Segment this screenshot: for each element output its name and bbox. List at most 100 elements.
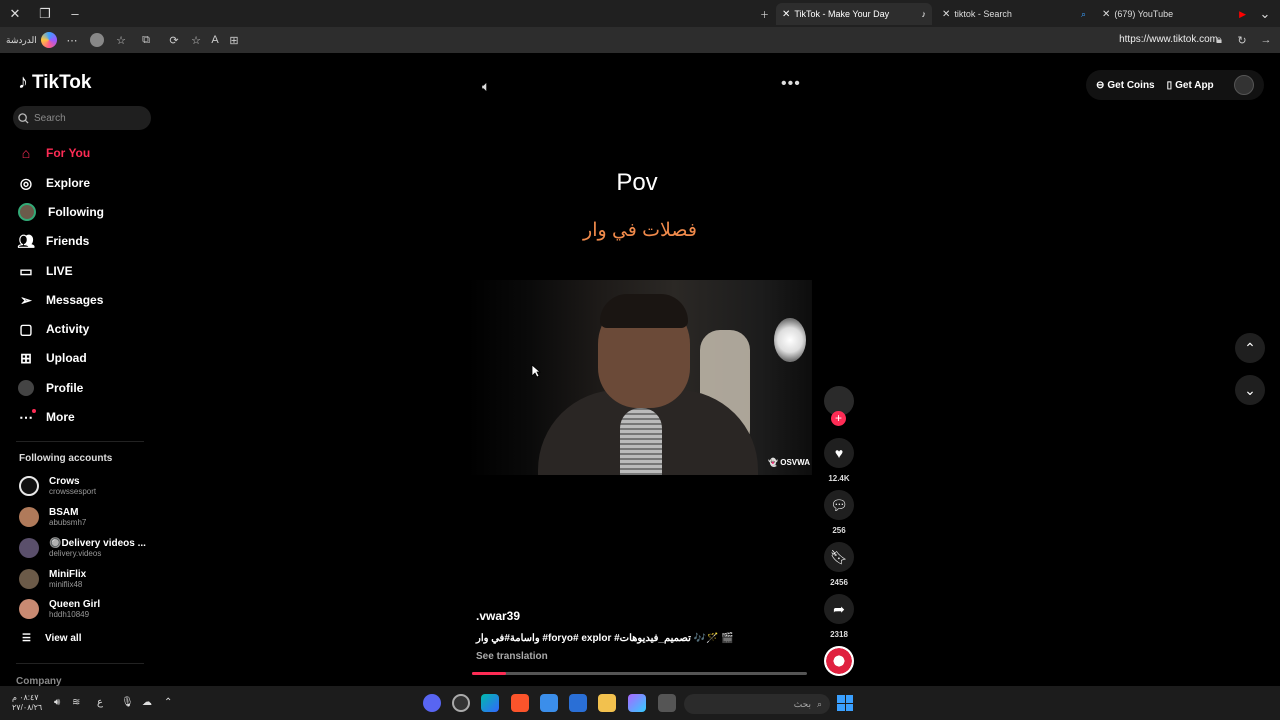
video-progress-bar[interactable]: [472, 672, 807, 675]
next-video-button[interactable]: ⌄: [1235, 375, 1265, 405]
comment-count: 256: [832, 526, 846, 535]
close-window-icon[interactable]: ✕: [0, 0, 30, 27]
tab-list-chevron-icon[interactable]: ⌄: [1250, 0, 1280, 27]
language-indicator[interactable]: ع: [97, 697, 103, 708]
bookmark-icon: 🔖︎: [830, 548, 848, 565]
onedrive-icon[interactable]: ☁: [142, 697, 152, 708]
tab-search[interactable]: ✕ tiktok - Search ⌕: [936, 3, 1092, 25]
following-account[interactable]: MiniFlix miniflix48: [19, 567, 86, 591]
nav-live[interactable]: ▭ LIVE: [18, 261, 73, 281]
save-button[interactable]: 🔖︎: [824, 542, 854, 572]
account-name: BSAM: [49, 507, 79, 518]
previous-video-button[interactable]: ⌃: [1235, 333, 1265, 363]
add-favorite-icon[interactable]: ☆: [188, 32, 204, 48]
nav-label: For You: [46, 146, 91, 160]
nav-more[interactable]: ⋯ More: [18, 407, 75, 427]
music-disc-icon[interactable]: [824, 646, 854, 676]
user-avatar[interactable]: [1234, 75, 1254, 95]
discord-app-icon[interactable]: [423, 694, 441, 712]
get-coins-button[interactable]: ⊖ Get Coins: [1096, 80, 1155, 91]
tab-close-icon[interactable]: ✕: [942, 9, 950, 20]
collections-icon[interactable]: ⧉: [138, 32, 154, 48]
nav-friends[interactable]: 👥︎ Friends: [17, 231, 89, 251]
copilot-chat-button[interactable]: الدردشة: [6, 31, 57, 49]
lock-icon[interactable]: 🔒︎: [1211, 32, 1227, 48]
phone-icon: ▯: [1166, 79, 1173, 91]
windows-taskbar: ٠٨:٤٧ م ٢٧/٠٨/٢٦ 🔊︎ ≋ ع 🎙︎ ☁ ⌃ بحث ⌕: [0, 686, 1280, 720]
tab-close-icon[interactable]: ✕: [782, 9, 790, 20]
tab-close-icon[interactable]: ✕: [1102, 9, 1110, 20]
url-text[interactable]: https://www.tiktok.com: [1119, 34, 1218, 45]
read-aloud-icon[interactable]: A: [207, 32, 223, 48]
volume-tray-icon[interactable]: 🔊︎: [54, 697, 60, 708]
favorites-icon[interactable]: ☆: [113, 32, 129, 48]
comment-button[interactable]: 💬︎: [824, 490, 854, 520]
get-app-button[interactable]: ▯ Get App: [1167, 80, 1214, 91]
extensions-icon[interactable]: ⟳: [166, 32, 182, 48]
show-hidden-icons-icon[interactable]: ⌃: [164, 697, 172, 708]
video-player[interactable]: 👻 OSVWA: [468, 280, 812, 475]
tab-youtube[interactable]: ✕ (679) YouTube ▶: [1096, 3, 1252, 25]
new-tab-button[interactable]: ＋: [754, 3, 775, 25]
store-app-icon[interactable]: [569, 694, 587, 712]
forward-icon[interactable]: →: [1258, 32, 1274, 48]
video-author[interactable]: .vwar39: [476, 609, 520, 623]
nav-label: Messages: [46, 293, 104, 307]
nav-explore[interactable]: ◎ Explore: [18, 173, 90, 193]
more-menu-icon[interactable]: ⋯: [64, 32, 80, 48]
file-explorer-icon[interactable]: [598, 694, 616, 712]
app-icon[interactable]: [452, 694, 470, 712]
video-person-hair: [600, 294, 688, 328]
video-light: [774, 318, 806, 362]
share-button[interactable]: ➦: [824, 594, 854, 624]
following-account[interactable]: Queen Girl hddh10849: [19, 597, 100, 621]
avatar: [19, 569, 39, 589]
mouse-cursor-icon: [531, 364, 541, 378]
browser-tab-strip: ✕ ❐ – ＋ ✕ TikTok - Make Your Day ♪ ✕ tik…: [0, 0, 1280, 27]
microphone-icon[interactable]: 🎙︎: [121, 697, 134, 708]
video-microphone: [620, 408, 662, 475]
tab-tiktok[interactable]: ✕ TikTok - Make Your Day ♪: [776, 3, 932, 25]
nav-following[interactable]: Following: [18, 202, 104, 222]
copilot-app-icon[interactable]: [628, 694, 646, 712]
search-placeholder: Search: [34, 112, 66, 124]
follow-plus-button[interactable]: +: [831, 411, 846, 426]
video-progress-fill: [472, 672, 506, 675]
brand-name: TikTok: [32, 71, 92, 93]
nav-messages[interactable]: ➢ Messages: [18, 290, 103, 310]
friends-icon: 👥︎: [17, 232, 35, 249]
taskbar-search[interactable]: بحث ⌕: [684, 694, 830, 714]
sidebar-divider: [16, 663, 144, 664]
windows-start-icon[interactable]: [837, 695, 853, 711]
restore-window-icon[interactable]: ❐: [30, 0, 60, 27]
view-all-link[interactable]: ☰ View all: [22, 633, 81, 644]
reload-icon[interactable]: ↻: [1234, 32, 1250, 48]
like-button[interactable]: ♥: [824, 438, 854, 468]
search-input[interactable]: Search: [13, 106, 151, 130]
following-account[interactable]: Crows crowssesport: [19, 474, 96, 498]
following-account[interactable]: 🔘Delivery videos ... delivery.videos: [19, 536, 146, 560]
chevron-up-icon: ⌃: [1244, 339, 1256, 356]
nav-upload[interactable]: ⊞ Upload: [18, 348, 87, 368]
nav-profile[interactable]: Profile: [18, 378, 83, 398]
profile-avatar-icon[interactable]: [89, 32, 105, 48]
nav-activity[interactable]: ▢ Activity: [18, 319, 89, 339]
avatar: [19, 599, 39, 619]
see-translation-link[interactable]: See translation: [476, 651, 548, 662]
account-handle: crowssesport: [49, 487, 97, 496]
following-account[interactable]: BSAM abubsmh7: [19, 505, 86, 529]
share-icon: ➦: [833, 600, 845, 617]
mail-app-icon[interactable]: [540, 694, 558, 712]
video-more-options-icon[interactable]: •••: [781, 75, 801, 93]
nav-label: LIVE: [46, 264, 73, 278]
split-screen-icon[interactable]: ⊞: [226, 32, 242, 48]
clock[interactable]: ٠٨:٤٧ م ٢٧/٠٨/٢٦: [12, 693, 42, 713]
brave-app-icon[interactable]: [511, 694, 529, 712]
task-view-icon[interactable]: [658, 694, 676, 712]
wifi-icon[interactable]: ≋: [72, 697, 80, 708]
tiktok-logo[interactable]: ♪ TikTok: [18, 71, 91, 94]
nav-for-you[interactable]: ⌂ For You: [18, 143, 90, 163]
edge-app-icon[interactable]: [481, 694, 499, 712]
volume-icon[interactable]: 🔈︎: [482, 78, 490, 95]
minimize-window-icon[interactable]: –: [60, 0, 90, 27]
